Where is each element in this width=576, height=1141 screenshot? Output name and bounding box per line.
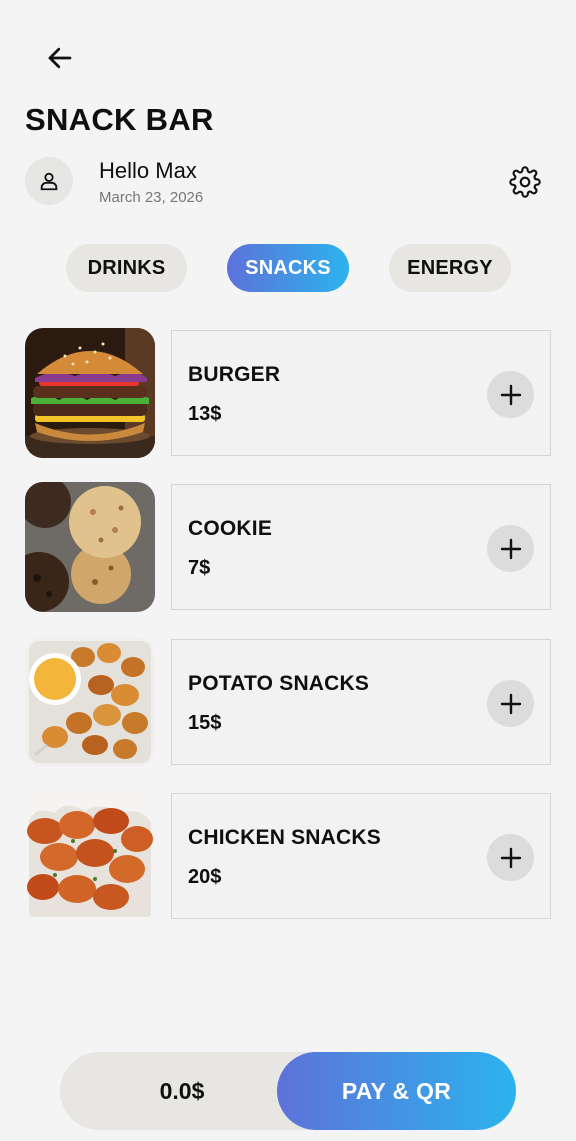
item-name: POTATO SNACKS	[188, 672, 370, 695]
tab-snacks[interactable]: SNACKS	[227, 244, 349, 292]
add-button[interactable]	[487, 680, 534, 727]
item-price: 13$	[188, 403, 222, 425]
item-card[interactable]: COOKIE 7$	[171, 484, 551, 610]
cart-bar: 0.0$ PAY & QR	[60, 1052, 516, 1130]
item-name: COOKIE	[188, 517, 273, 540]
item-price: 7$	[188, 557, 211, 579]
date-text: March 23, 2026	[99, 189, 204, 206]
plus-icon	[500, 693, 521, 714]
cookies-image	[25, 482, 155, 612]
back-button[interactable]	[40, 40, 80, 76]
item-card[interactable]: BURGER 13$	[171, 330, 551, 456]
menu-item-cookie: COOKIE 7$	[25, 482, 552, 612]
settings-button[interactable]	[507, 164, 543, 200]
menu-item-chicken-snacks: CHICKEN SNACKS 20$	[25, 791, 552, 921]
burger-image	[25, 328, 155, 458]
add-button[interactable]	[487, 371, 534, 418]
greeting-text: Hello Max	[99, 158, 197, 183]
item-card[interactable]: CHICKEN SNACKS 20$	[171, 793, 551, 919]
page-title: SNACK BAR	[25, 102, 214, 137]
item-card[interactable]: POTATO SNACKS 15$	[171, 639, 551, 765]
plus-icon	[500, 538, 521, 559]
item-price: 20$	[188, 866, 222, 888]
tab-energy[interactable]: ENERGY	[389, 244, 511, 292]
tab-drinks[interactable]: DRINKS	[66, 244, 187, 292]
user-icon	[40, 172, 58, 191]
item-price: 15$	[188, 712, 222, 734]
add-button[interactable]	[487, 834, 534, 881]
pay-qr-button[interactable]: PAY & QR	[277, 1052, 516, 1130]
item-name: CHICKEN SNACKS	[188, 826, 381, 849]
chicken-snacks-image	[25, 791, 155, 921]
plus-icon	[500, 384, 521, 405]
menu-item-potato-snacks: POTATO SNACKS 15$	[25, 637, 552, 767]
menu-item-burger: BURGER 13$	[25, 328, 552, 458]
gear-icon	[509, 166, 541, 198]
avatar[interactable]	[25, 157, 73, 205]
user-header: Hello Max March 23, 2026	[25, 156, 545, 208]
cart-total: 0.0$	[159, 1077, 205, 1104]
item-name: BURGER	[188, 363, 281, 386]
potato-snacks-image	[25, 637, 155, 767]
arrow-left-icon	[48, 47, 72, 69]
add-button[interactable]	[487, 525, 534, 572]
plus-icon	[500, 847, 521, 868]
